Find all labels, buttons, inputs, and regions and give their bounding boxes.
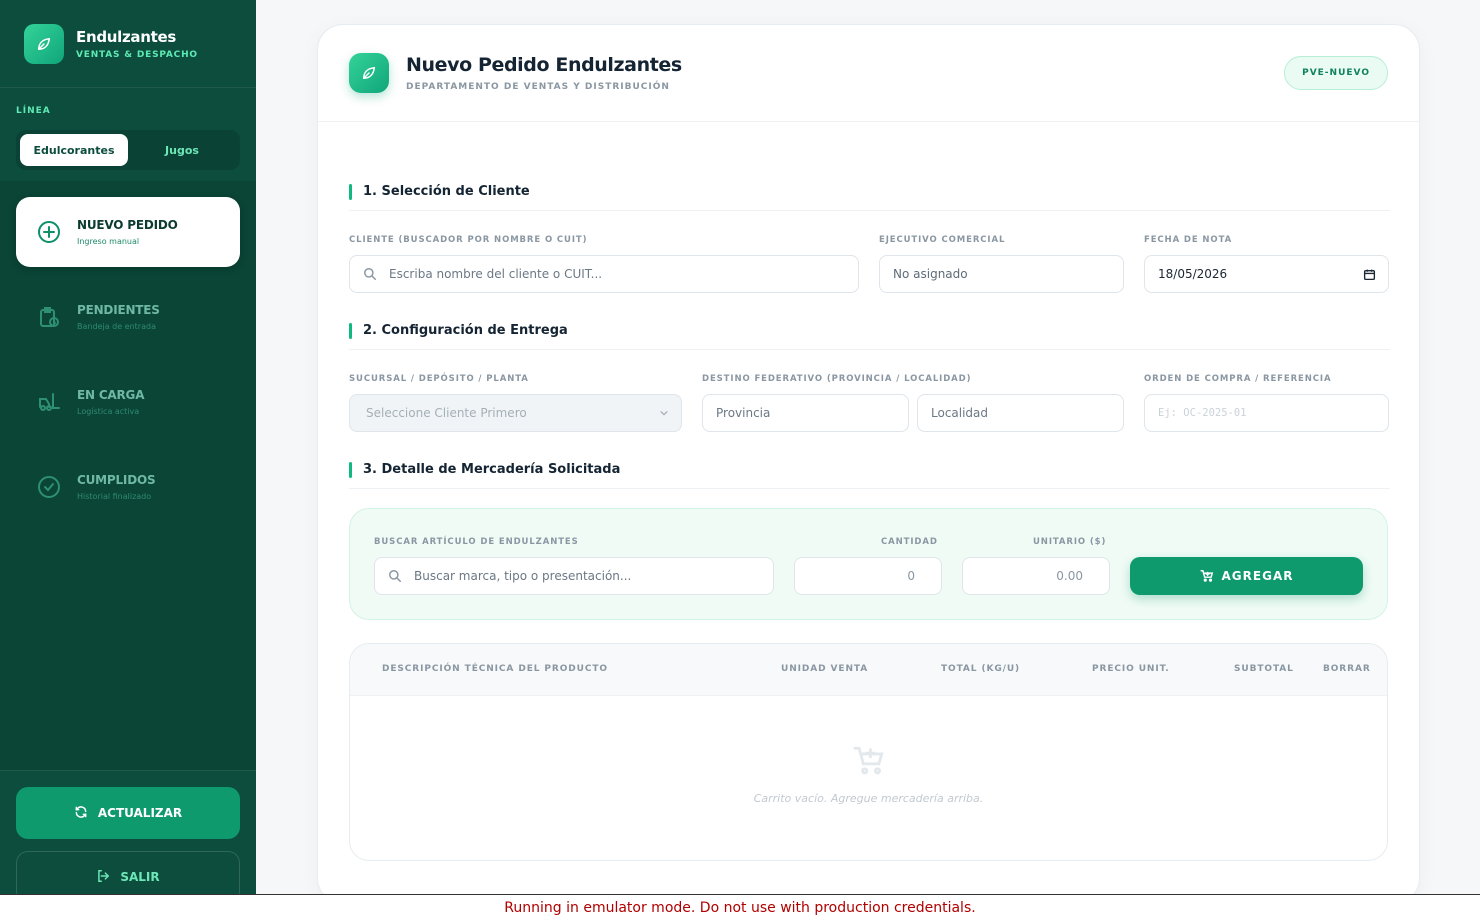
column-header: PRECIO UNIT.: [1092, 664, 1170, 674]
locality-placeholder: Localidad: [931, 406, 989, 420]
po-label: ORDEN DE COMPRA / REFERENCIA: [1144, 374, 1332, 384]
column-header: TOTAL (KG/U): [941, 664, 1021, 674]
section-delivery: 2. Configuración de Entrega: [349, 322, 1390, 350]
status-badge: PVE-NUEVO: [1284, 56, 1388, 90]
table-header: DESCRIPCIÓN TÉCNICA DEL PRODUCTO UNIDAD …: [350, 644, 1387, 696]
column-header: BORRAR: [1323, 664, 1371, 674]
empty-message: Carrito vacío. Agregue mercadería arriba…: [753, 792, 984, 805]
unit-price-label: UNITARIO ($): [1033, 537, 1107, 547]
sidebar-item-en-carga[interactable]: EN CARGA Logística activa: [16, 367, 240, 437]
item-search-placeholder: Buscar marca, tipo o presentación...: [414, 569, 632, 583]
emulator-banner: Running in emulator mode. Do not use wit…: [0, 894, 1480, 920]
po-input[interactable]: Ej: OC-2025-01: [1144, 394, 1389, 432]
date-value: 18/05/2026: [1158, 267, 1228, 281]
items-table: DESCRIPCIÓN TÉCNICA DEL PRODUCTO UNIDAD …: [349, 643, 1388, 861]
order-card: Nuevo Pedido Endulzantes DEPARTAMENTO DE…: [317, 24, 1420, 904]
section-items: 3. Detalle de Mercadería Solicitada: [349, 461, 1390, 489]
section-title: 1. Selección de Cliente: [363, 184, 530, 199]
check-circle-icon: [36, 474, 62, 500]
search-icon: [388, 569, 402, 583]
nav-subtitle: Bandeja de entrada: [77, 322, 156, 331]
leaf-icon: [349, 53, 389, 93]
column-header: UNIDAD VENTA: [781, 664, 869, 674]
brand: Endulzantes VENTAS & DESPACHO: [0, 0, 256, 88]
qty-label: CANTIDAD: [881, 537, 938, 547]
chevron-down-icon: [659, 408, 669, 418]
column-header: SUBTOTAL: [1234, 664, 1294, 674]
column-header: DESCRIPCIÓN TÉCNICA DEL PRODUCTO: [382, 664, 608, 674]
sidebar-item-pendientes[interactable]: PENDIENTES Bandeja de entrada: [16, 282, 240, 352]
quantity-input[interactable]: 0: [794, 557, 942, 595]
sidebar-item-nuevo-pedido[interactable]: NUEVO PEDIDO Ingreso manual: [16, 197, 240, 267]
nav-subtitle: Logística activa: [77, 407, 140, 416]
destination-label: DESTINO FEDERATIVO (PROVINCIA / LOCALIDA…: [702, 374, 972, 384]
client-label: CLIENTE (BUSCADOR POR NOMBRE O CUIT): [349, 235, 588, 245]
client-search-input[interactable]: Escriba nombre del cliente o CUIT...: [349, 255, 859, 293]
exit-label: SALIR: [120, 870, 160, 884]
empty-state: Carrito vacío. Agregue mercadería arriba…: [350, 744, 1387, 805]
refresh-icon: [74, 805, 88, 822]
search-icon: [363, 267, 377, 281]
locality-input[interactable]: Localidad: [917, 394, 1124, 432]
linea-toggle: Edulcorantes Jugos: [16, 130, 240, 170]
forklift-icon: [36, 389, 62, 415]
nav-title: CUMPLIDOS: [77, 473, 156, 487]
item-search-label: BUSCAR ARTÍCULO DE ENDULZANTES: [374, 537, 579, 547]
clipboard-clock-icon: [36, 304, 62, 330]
section-client: 1. Selección de Cliente: [349, 183, 1390, 211]
linea-option-jugos[interactable]: Jugos: [128, 134, 236, 166]
date-input[interactable]: 18/05/2026: [1144, 255, 1389, 293]
province-placeholder: Provincia: [716, 406, 771, 420]
refresh-button[interactable]: ACTUALIZAR: [16, 787, 240, 839]
nav-title: NUEVO PEDIDO: [77, 218, 178, 232]
linea-label: LÍNEA: [16, 106, 51, 116]
card-header: Nuevo Pedido Endulzantes DEPARTAMENTO DE…: [318, 25, 1419, 122]
nav-subtitle: Ingreso manual: [77, 237, 140, 246]
quantity-value: 0: [907, 569, 915, 583]
client-search-placeholder: Escriba nombre del cliente o CUIT...: [389, 267, 603, 281]
nav-subtitle: Historial finalizado: [77, 492, 152, 501]
add-item-panel: BUSCAR ARTÍCULO DE ENDULZANTES Buscar ma…: [349, 508, 1388, 620]
page-subtitle: DEPARTAMENTO DE VENTAS Y DISTRIBUCIÓN: [406, 82, 670, 92]
sidebar: Endulzantes VENTAS & DESPACHO LÍNEA Edul…: [0, 0, 256, 903]
exec-value: No asignado: [893, 267, 968, 281]
exec-field: No asignado: [879, 255, 1124, 293]
exec-label: EJECUTIVO COMERCIAL: [879, 235, 1006, 245]
refresh-label: ACTUALIZAR: [97, 806, 183, 820]
add-button-label: AGREGAR: [1221, 569, 1294, 583]
sidebar-item-cumplidos[interactable]: CUMPLIDOS Historial finalizado: [16, 452, 240, 522]
nav-title: EN CARGA: [77, 388, 145, 402]
nav-title: PENDIENTES: [77, 303, 160, 317]
item-search-input[interactable]: Buscar marca, tipo o presentación...: [374, 557, 774, 595]
cart-icon: [350, 744, 1387, 778]
brand-title: Endulzantes: [76, 27, 176, 46]
linea-option-edulcorantes[interactable]: Edulcorantes: [20, 134, 128, 166]
po-placeholder: Ej: OC-2025-01: [1158, 407, 1247, 419]
page-title: Nuevo Pedido Endulzantes: [406, 54, 682, 76]
unit-price-input[interactable]: 0.00: [962, 557, 1110, 595]
add-button[interactable]: AGREGAR: [1130, 557, 1363, 595]
plus-circle-icon: [36, 219, 62, 245]
sidebar-nav: NUEVO PEDIDO Ingreso manual PENDIENTES B…: [0, 181, 256, 770]
branch-select[interactable]: Seleccione Cliente Primero: [349, 394, 682, 432]
branch-label: SUCURSAL / DEPÓSITO / PLANTA: [349, 374, 529, 384]
brand-subtitle: VENTAS & DESPACHO: [76, 49, 198, 60]
logout-icon: [96, 869, 110, 886]
date-label: FECHA DE NOTA: [1144, 235, 1233, 245]
province-input[interactable]: Provincia: [702, 394, 909, 432]
calendar-icon[interactable]: [1363, 268, 1376, 281]
leaf-icon: [24, 23, 64, 64]
unit-price-value: 0.00: [1056, 569, 1083, 583]
branch-value: Seleccione Cliente Primero: [366, 406, 527, 420]
section-title: 3. Detalle de Mercadería Solicitada: [363, 462, 621, 477]
cart-plus-icon: [1199, 569, 1214, 583]
section-title: 2. Configuración de Entrega: [363, 323, 568, 338]
